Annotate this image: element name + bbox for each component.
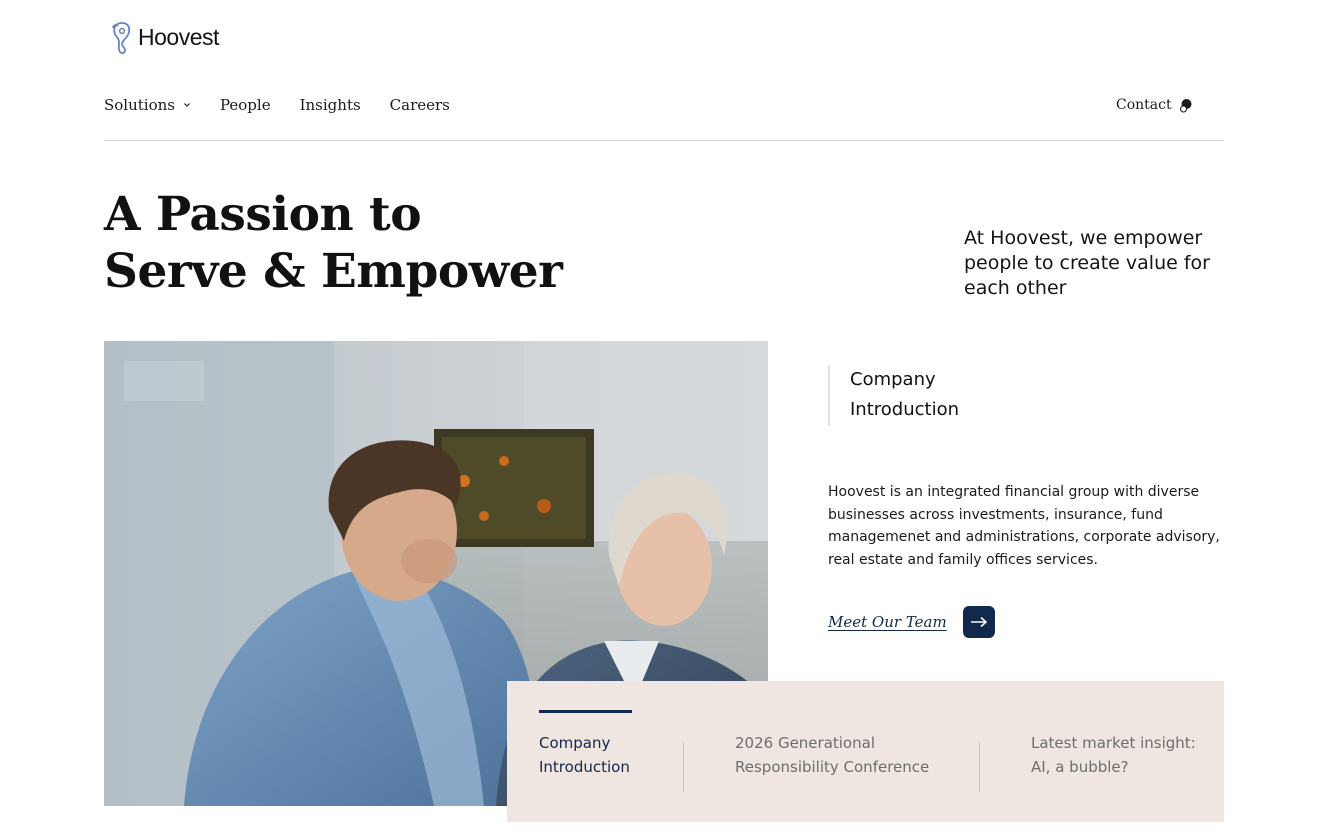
tab-label-line: 2026 Generational xyxy=(735,734,875,752)
chat-bubble-icon xyxy=(1179,98,1192,112)
section-title: Company Introduction xyxy=(828,365,1048,426)
nav-item-solutions[interactable]: Solutions xyxy=(104,96,191,114)
nav-item-label: Solutions xyxy=(104,96,175,114)
contact-link[interactable]: Contact xyxy=(1116,97,1193,113)
tab-divider xyxy=(683,741,684,792)
tab-conference[interactable]: 2026 Generational Responsibility Confere… xyxy=(735,731,929,779)
active-tab-indicator xyxy=(539,710,632,713)
nav-item-people[interactable]: People xyxy=(220,96,271,114)
nav-item-label: Careers xyxy=(389,96,450,114)
tab-divider xyxy=(979,741,980,792)
main-nav: Solutions People Insights Careers xyxy=(104,96,479,114)
tab-label-line: Latest market insight: xyxy=(1031,734,1196,752)
page-title: A Passion to Serve & Empower xyxy=(104,186,563,300)
nav-item-careers[interactable]: Careers xyxy=(390,96,450,114)
tab-label-line: Company xyxy=(539,734,611,752)
chevron-down-icon xyxy=(184,103,190,107)
meet-our-team-label: Meet Our Team xyxy=(828,613,947,631)
tab-label-line: Introduction xyxy=(539,758,630,776)
nav-item-label: People xyxy=(219,96,271,114)
tab-market-insight[interactable]: Latest market insight: AI, a bubble? xyxy=(1031,731,1196,779)
brand-logo[interactable]: Hoovest xyxy=(110,20,219,54)
headline-line: A Passion to xyxy=(104,187,422,242)
tab-label-line: Responsibility Conference xyxy=(735,758,930,776)
brand-name: Hoovest xyxy=(138,23,219,50)
contact-label: Contact xyxy=(1116,97,1172,113)
header-divider xyxy=(104,140,1224,141)
intro-description: Hoovest is an integrated financial group… xyxy=(828,484,1220,568)
arrow-right-button[interactable] xyxy=(962,606,995,638)
section-title-line: Company xyxy=(850,369,936,390)
headline-line: Serve & Empower xyxy=(104,244,563,299)
logo-mark-icon xyxy=(112,22,131,54)
nav-item-insights[interactable]: Insights xyxy=(300,96,361,114)
section-title-line: Introduction xyxy=(850,399,960,420)
arrow-right-icon xyxy=(970,616,987,628)
tab-company-introduction[interactable]: Company Introduction xyxy=(539,731,630,779)
meet-our-team-link[interactable]: Meet Our Team xyxy=(828,606,995,638)
feature-tabs-panel: Company Introduction 2026 Generational R… xyxy=(507,681,1224,822)
tab-label-line: AI, a bubble? xyxy=(1031,758,1129,776)
hero-tagline: At Hoovest, we empower people to create … xyxy=(964,227,1210,299)
nav-item-label: Insights xyxy=(299,96,361,114)
